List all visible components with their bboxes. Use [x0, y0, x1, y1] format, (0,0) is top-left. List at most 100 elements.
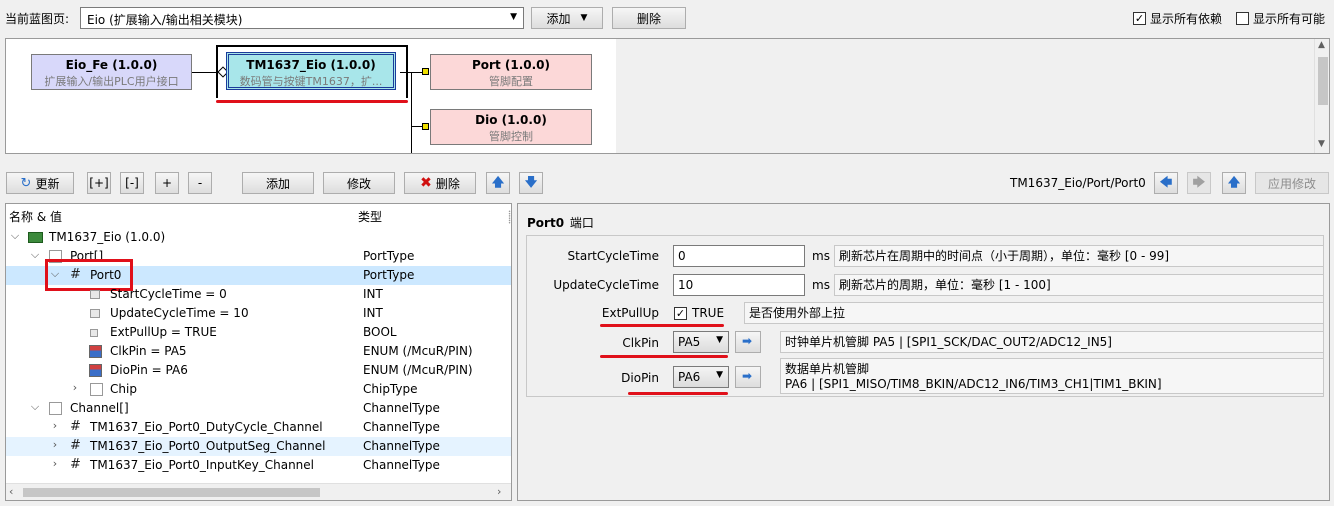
delete-button[interactable]: ✖ 删除: [404, 172, 476, 194]
node-subtitle: 管脚控制: [489, 130, 533, 143]
chevron-down-icon[interactable]: ⌵: [29, 248, 41, 262]
col-divider[interactable]: ⸽: [508, 208, 511, 225]
tree-row-label: TM1637_Eio (1.0.0): [49, 230, 166, 244]
node-tm1637-eio[interactable]: TM1637_Eio (1.0.0) 数码管与按键TM1637，扩...: [226, 52, 396, 90]
chevron-down-icon[interactable]: ⌵: [9, 229, 21, 243]
dio-pin-goto-button[interactable]: ➡: [735, 366, 761, 388]
update-cycle-time-input[interactable]: 10: [673, 274, 805, 296]
start-cycle-time-input[interactable]: 0: [673, 245, 805, 267]
node-title: Port (1.0.0): [471, 58, 550, 72]
tree-row-start-cycle-time[interactable]: StartCycleTime = 0 INT: [6, 285, 511, 304]
move-up-button[interactable]: 🡅: [486, 172, 510, 194]
expand-all-button[interactable]: [+]: [87, 172, 111, 194]
blueprint-page-combo[interactable]: Eio (扩展输入/输出相关模块) ▼: [80, 7, 524, 29]
node-eio-fe[interactable]: Eio_Fe (1.0.0) 扩展输入/输出PLC用户接口: [31, 54, 192, 90]
delete-page-button[interactable]: 删除: [612, 7, 686, 29]
delete-label: 删除: [435, 176, 460, 191]
scroll-thumb[interactable]: [23, 488, 320, 497]
start-cycle-time-unit: ms: [812, 249, 830, 263]
dio-pin-desc: 数据单片机管脚 PA6 | [SPI1_MISO/TIM8_BKIN/ADC12…: [780, 358, 1324, 394]
apply-changes-button[interactable]: 应用修改: [1255, 172, 1329, 194]
scroll-right-icon[interactable]: ›: [497, 485, 501, 498]
tree-row-input-key-channel[interactable]: › # TM1637_Eio_Port0_InputKey_Channel Ch…: [6, 456, 511, 475]
config-tree[interactable]: 名称 & 值 类型 ⸽ ⌵ TM1637_Eio (1.0.0) ⌵ Port[…: [5, 203, 512, 501]
col-type-header[interactable]: 类型: [358, 208, 382, 225]
tree-row-type: BOOL: [363, 325, 397, 339]
tree-row-update-cycle-time[interactable]: UpdateCycleTime = 10 INT: [6, 304, 511, 323]
modify-label: 修改: [346, 176, 371, 191]
tree-row-duty-cycle-channel[interactable]: › # TM1637_Eio_Port0_DutyCycle_Channel C…: [6, 418, 511, 437]
arrow-right-icon: ➡: [742, 334, 753, 348]
clk-pin-goto-button[interactable]: ➡: [735, 331, 761, 353]
highlight-underline: [600, 355, 728, 358]
modify-button[interactable]: 修改: [323, 172, 395, 194]
node-dio[interactable]: Dio (1.0.0) 管脚控制: [430, 109, 592, 145]
dio-pin-label: DioPin: [621, 371, 659, 385]
tree-row-type: ChannelType: [363, 401, 440, 415]
checkbox-checked-icon: ✓: [674, 306, 687, 320]
tree-hscrollbar[interactable]: ‹ ›: [6, 483, 511, 500]
tree-row-channel-array[interactable]: ⌵ Channel[] ChannelType: [6, 399, 511, 418]
folder-icon: [49, 402, 62, 415]
connector-port: [422, 68, 429, 75]
expand-button[interactable]: +: [155, 172, 179, 194]
chevron-down-icon: ▼: [716, 335, 723, 345]
ext-pull-up-checkbox[interactable]: ✓ TRUE: [674, 306, 724, 320]
show-all-deps-label: 显示所有依赖: [1150, 12, 1223, 26]
collapse-all-button[interactable]: [-]: [120, 172, 144, 194]
property-header-name: Port0: [527, 216, 565, 230]
chevron-right-icon[interactable]: ›: [69, 381, 81, 394]
scroll-thumb[interactable]: [1318, 57, 1328, 105]
tree-row-type: INT: [363, 287, 383, 301]
hash-icon: #: [70, 438, 81, 453]
chevron-down-icon[interactable]: ⌵: [29, 400, 41, 414]
collapse-button[interactable]: -: [188, 172, 212, 194]
diagram-vscrollbar[interactable]: ▲ ▼: [1314, 39, 1329, 153]
refresh-button[interactable]: ↻ 更新: [6, 172, 74, 194]
arrow-right-icon: 🡆: [1192, 174, 1206, 189]
diagram-gray-region: [616, 39, 1314, 153]
current-path: TM1637_Eio/Port/Port0: [1010, 176, 1146, 190]
add-page-button[interactable]: 添加 ▼: [531, 7, 603, 29]
show-all-deps-checkbox[interactable]: ✓ 显示所有依赖: [1133, 10, 1222, 27]
nav-back-button[interactable]: 🡄: [1154, 172, 1178, 194]
tree-row-chip[interactable]: › Chip ChipType: [6, 380, 511, 399]
move-down-button[interactable]: 🡇: [519, 172, 543, 194]
enum-icon: [89, 364, 102, 377]
show-all-possible-checkbox[interactable]: 显示所有可能: [1236, 10, 1325, 27]
property-header-suffix: 端口: [569, 216, 594, 230]
scroll-left-icon[interactable]: ‹: [9, 485, 13, 498]
scroll-up-icon[interactable]: ▲: [1318, 40, 1325, 50]
node-title: Dio (1.0.0): [475, 113, 547, 127]
chevron-right-icon[interactable]: ›: [49, 457, 61, 470]
start-cycle-time-label: StartCycleTime: [567, 249, 659, 263]
enum-icon: [89, 345, 102, 358]
nav-up-button[interactable]: 🡅: [1222, 172, 1246, 194]
hash-icon: #: [70, 457, 81, 472]
tree-row-type: INT: [363, 306, 383, 320]
scroll-down-icon[interactable]: ▼: [1318, 139, 1325, 149]
tree-row-clk-pin[interactable]: ClkPin = PA5 ENUM (/McuR/PIN): [6, 342, 511, 361]
tree-row-type: ChannelType: [363, 439, 440, 453]
ext-pull-up-value: TRUE: [692, 306, 725, 320]
node-title: TM1637_Eio (1.0.0): [246, 58, 376, 72]
tree-row-tm1637-eio[interactable]: ⌵ TM1637_Eio (1.0.0): [6, 228, 511, 247]
dio-pin-select[interactable]: PA6 ▼: [673, 366, 729, 388]
start-cycle-time-desc: 刷新芯片在周期中的时间点（小于周期），单位：毫秒 [0 - 99]: [834, 245, 1324, 267]
col-name-header[interactable]: 名称 & 值: [9, 208, 62, 225]
checkbox-checked-icon: ✓: [1133, 12, 1146, 25]
chevron-right-icon[interactable]: ›: [49, 438, 61, 451]
add-button[interactable]: 添加: [242, 172, 314, 194]
chevron-down-icon: ▼: [580, 13, 588, 23]
blueprint-diagram[interactable]: ▲ ▼ Eio_Fe (1.0.0) 扩展输入/输出PLC用户接口 TM1637…: [5, 38, 1330, 154]
node-subtitle: 数码管与按键TM1637，扩...: [239, 75, 383, 88]
ext-pull-up-label: ExtPullUp: [601, 306, 659, 320]
tree-row-ext-pull-up[interactable]: ExtPullUp = TRUE BOOL: [6, 323, 511, 342]
arrow-down-icon: 🡇: [524, 174, 538, 189]
clk-pin-select[interactable]: PA5 ▼: [673, 331, 729, 353]
node-port[interactable]: Port (1.0.0) 管脚配置: [430, 54, 592, 90]
chevron-right-icon[interactable]: ›: [49, 419, 61, 432]
nav-forward-button[interactable]: 🡆: [1187, 172, 1211, 194]
tree-row-output-seg-channel[interactable]: › # TM1637_Eio_Port0_OutputSeg_Channel C…: [6, 437, 511, 456]
tree-row-dio-pin[interactable]: DioPin = PA6 ENUM (/McuR/PIN): [6, 361, 511, 380]
